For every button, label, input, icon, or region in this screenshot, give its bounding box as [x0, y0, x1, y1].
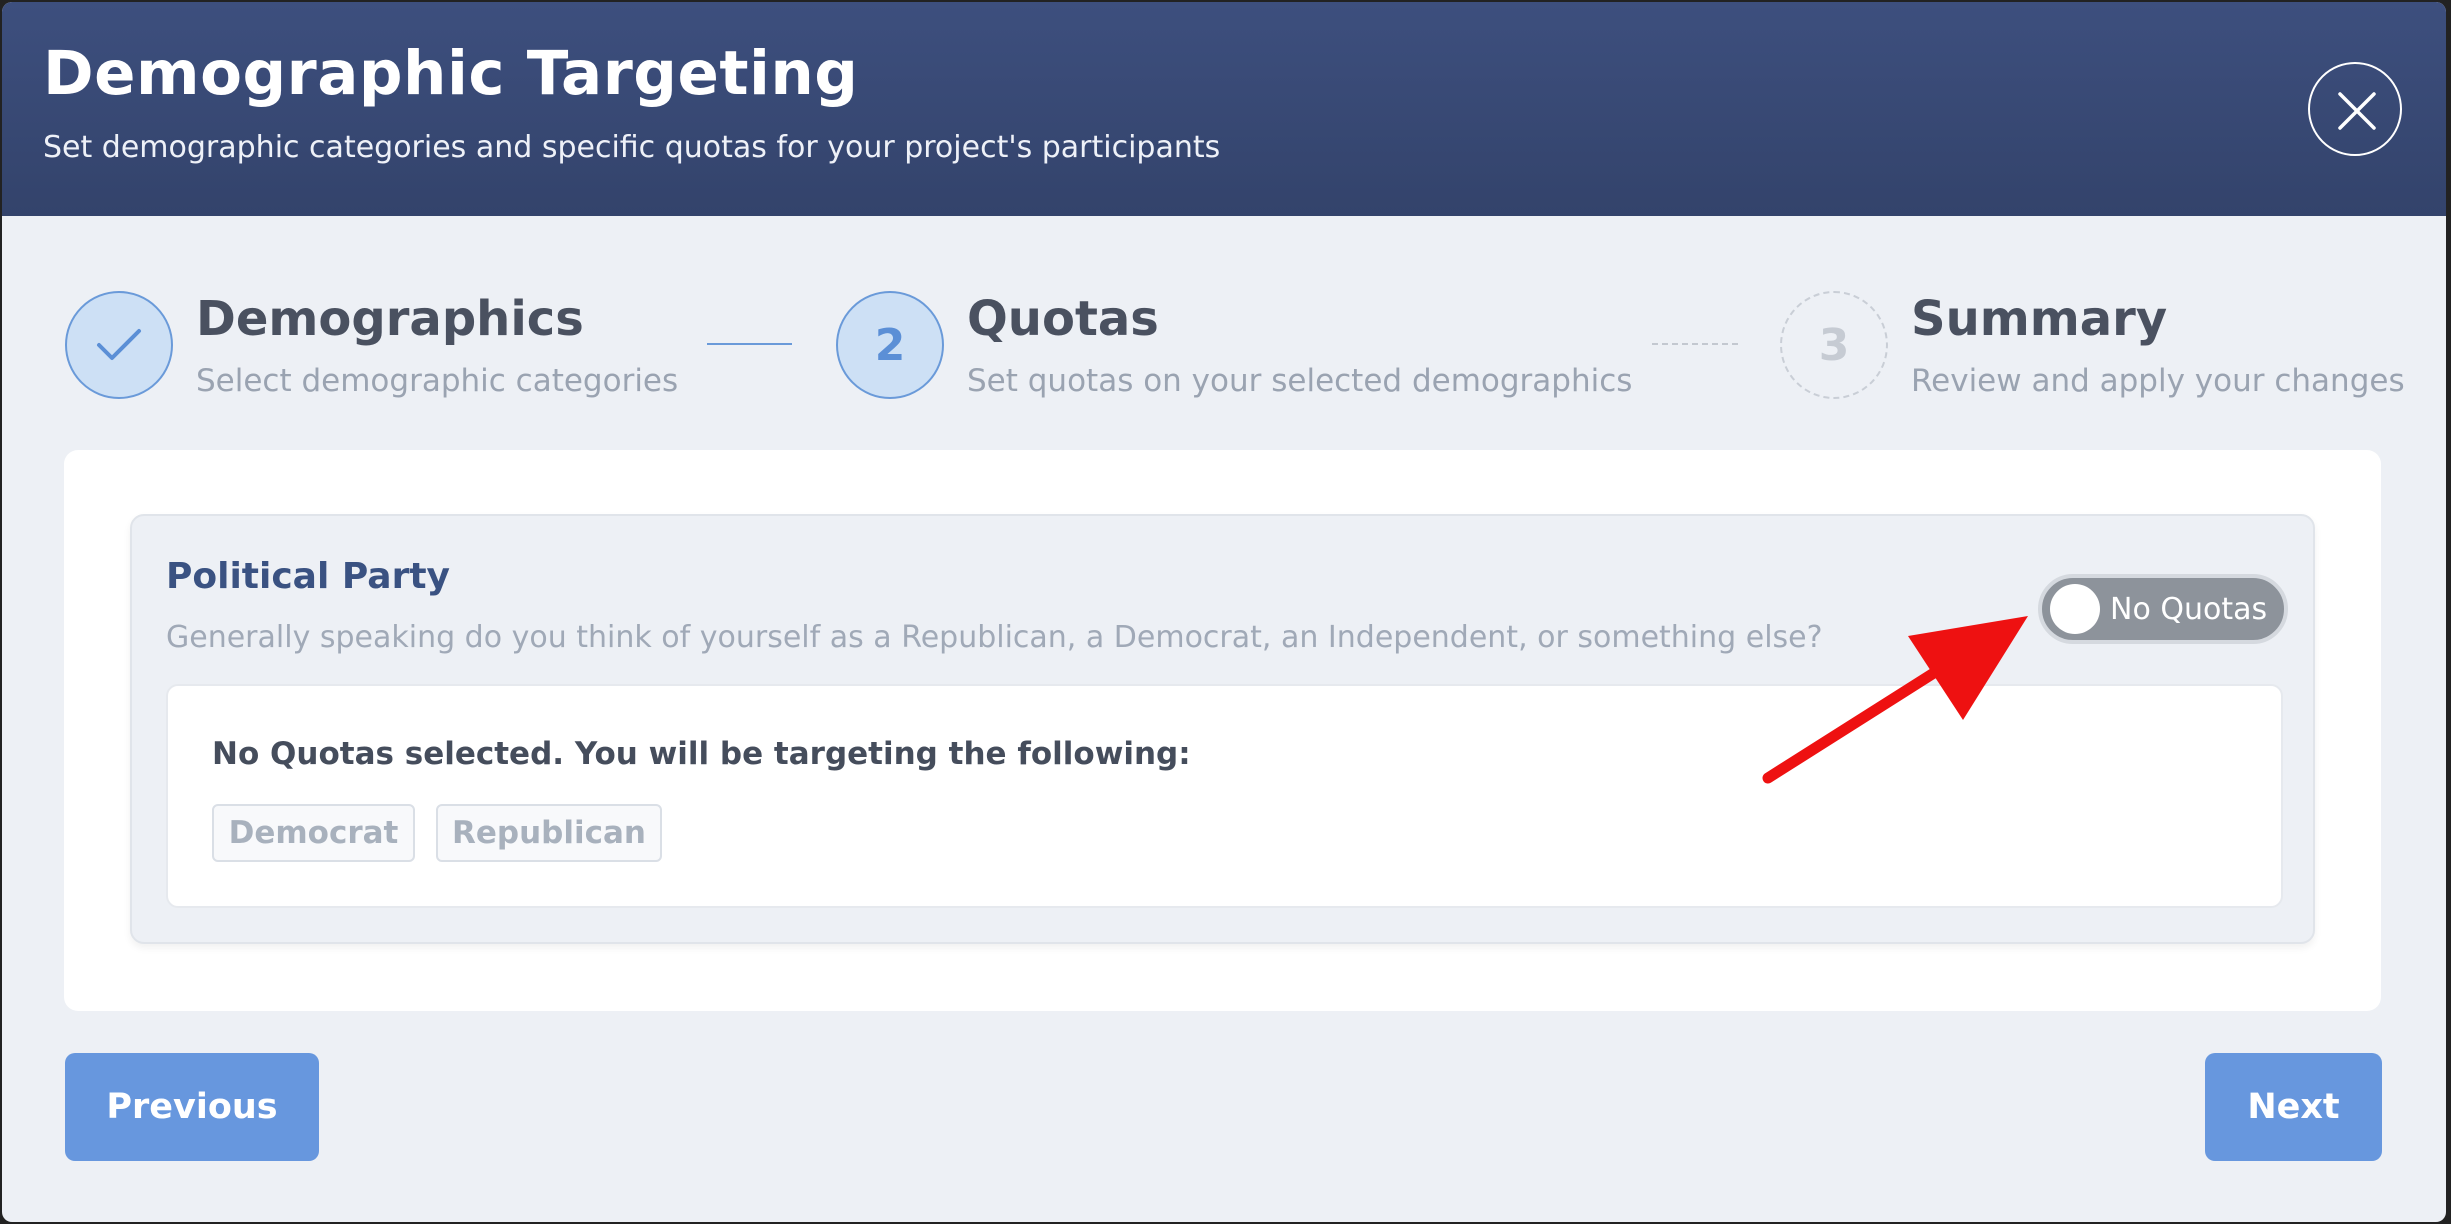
step-description: Select demographic categories: [196, 363, 679, 399]
step-description: Review and apply your changes: [1911, 363, 2405, 399]
modal-title: Demographic Targeting: [43, 38, 859, 109]
no-quotas-toggle[interactable]: No Quotas: [2038, 574, 2288, 644]
previous-button[interactable]: Previous: [65, 1053, 319, 1161]
checkmark-icon: [97, 329, 141, 360]
step-connector: [707, 343, 792, 345]
demographic-targeting-modal: Demographic Targeting Set demographic ca…: [2, 2, 2446, 1222]
toggle-label: No Quotas: [2110, 592, 2268, 627]
modal-subtitle: Set demographic categories and specific …: [43, 130, 1221, 165]
step-completed-marker: [65, 291, 173, 399]
toggle-knob: [2050, 584, 2100, 634]
annotation-arrow-icon: [1762, 616, 2028, 784]
step-label: Summary: [1911, 291, 2168, 347]
category-title: Political Party: [166, 556, 450, 597]
step-number-marker: 3: [1780, 291, 1888, 399]
modal-header: Demographic Targeting Set demographic ca…: [2, 2, 2446, 216]
step-label: Quotas: [967, 291, 1159, 347]
close-icon: [2338, 92, 2376, 130]
option-chip: Democrat: [212, 804, 415, 862]
close-button[interactable]: [2308, 62, 2402, 156]
selection-message: No Quotas selected. You will be targetin…: [212, 736, 1191, 772]
step-description: Set quotas on your selected demographics: [967, 363, 1633, 399]
step-connector: [1652, 343, 1738, 345]
option-chip: Republican: [436, 804, 662, 862]
category-question: Generally speaking do you think of yours…: [166, 620, 1823, 655]
step-label: Demographics: [196, 291, 584, 347]
step-number-marker: 2: [836, 291, 944, 399]
next-button[interactable]: Next: [2205, 1053, 2382, 1161]
